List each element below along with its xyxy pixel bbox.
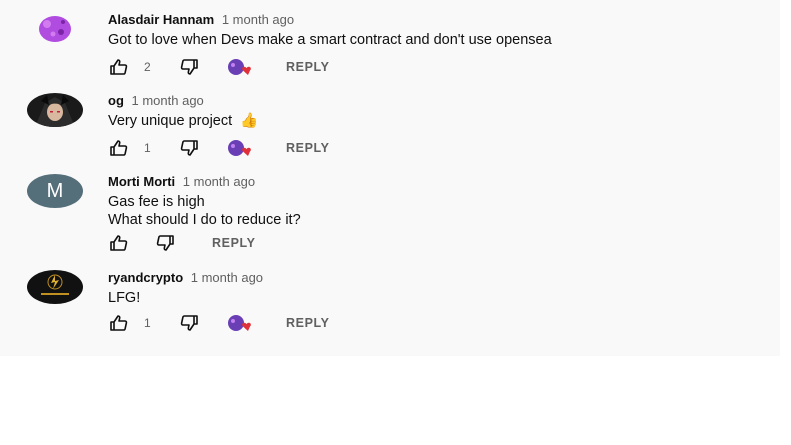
like-button[interactable] <box>108 234 130 252</box>
comment-text: Very unique project 👍 <box>108 112 258 130</box>
comments-section: Alasdair Hannam 1 month ago Got to love … <box>0 0 780 356</box>
comment-text: Gas fee is high What should I do to redu… <box>108 193 301 229</box>
comment-header: Alasdair Hannam 1 month ago <box>108 12 294 27</box>
thumbs-up-icon <box>110 59 128 75</box>
thumbs-up-icon <box>110 140 128 156</box>
comment-line: Very unique project <box>108 113 233 129</box>
comment-time[interactable]: 1 month ago <box>183 174 255 189</box>
dislike-button[interactable] <box>178 314 200 332</box>
avatar[interactable] <box>27 270 83 304</box>
thumbs-down-icon <box>180 315 198 331</box>
reply-button[interactable]: REPLY <box>286 141 330 155</box>
thumbs-down-icon <box>180 140 198 156</box>
creator-heart-icon <box>228 140 251 156</box>
comment-text: LFG! <box>108 289 140 307</box>
comment-text: Got to love when Devs make a smart contr… <box>108 31 552 49</box>
avatar-letter: M <box>46 180 64 202</box>
comment-header: ryandcrypto 1 month ago <box>108 270 263 285</box>
comment-line: Gas fee is high <box>108 194 205 210</box>
comment-actions: 1 REPLY <box>108 139 408 159</box>
like-count: 1 <box>144 141 151 155</box>
comment-item: og 1 month ago Very unique project 👍 1 R… <box>0 93 780 163</box>
comment-item: Alasdair Hannam 1 month ago Got to love … <box>0 12 780 82</box>
creator-heart-icon <box>228 315 251 331</box>
author-name[interactable]: ryandcrypto <box>108 270 183 285</box>
like-button[interactable] <box>108 58 130 76</box>
comment-line: Got to love when Devs make a smart contr… <box>108 32 552 48</box>
comment-item: ryandcrypto 1 month ago LFG! 1 REPLY <box>0 270 780 340</box>
avatar[interactable] <box>27 12 83 46</box>
like-count: 2 <box>144 60 151 74</box>
creator-heart-badge <box>226 314 256 334</box>
comment-time[interactable]: 1 month ago <box>222 12 294 27</box>
comment-line: LFG! <box>108 290 141 306</box>
comment-actions: 2 REPLY <box>108 58 408 78</box>
creator-heart-icon <box>228 59 251 75</box>
thumbs-up-icon <box>110 315 128 331</box>
creator-heart-badge <box>226 139 256 159</box>
comment-header: Morti Morti 1 month ago <box>108 174 255 189</box>
dislike-button[interactable] <box>178 139 200 157</box>
like-button[interactable] <box>108 314 130 332</box>
comment-header: og 1 month ago <box>108 93 204 108</box>
thumbs-down-icon <box>180 59 198 75</box>
thumbs-down-icon <box>156 235 174 251</box>
dislike-button[interactable] <box>178 58 200 76</box>
author-name[interactable]: Morti Morti <box>108 174 175 189</box>
avatar[interactable] <box>27 93 83 127</box>
reply-button[interactable]: REPLY <box>286 316 330 330</box>
like-count: 1 <box>144 316 151 330</box>
reply-button[interactable]: REPLY <box>212 236 256 250</box>
comment-time[interactable]: 1 month ago <box>132 93 204 108</box>
creator-heart-badge <box>226 58 256 78</box>
thumbs-up-icon <box>110 235 128 251</box>
author-name[interactable]: og <box>108 93 124 108</box>
like-button[interactable] <box>108 139 130 157</box>
comment-actions: 1 REPLY <box>108 314 408 334</box>
thumbs-up-emoji: 👍 <box>240 113 259 129</box>
comment-item: M Morti Morti 1 month ago Gas fee is hig… <box>0 174 780 260</box>
comment-actions: REPLY <box>108 234 408 254</box>
reply-button[interactable]: REPLY <box>286 60 330 74</box>
comment-line: What should I do to reduce it? <box>108 212 301 228</box>
comment-time[interactable]: 1 month ago <box>191 270 263 285</box>
author-name[interactable]: Alasdair Hannam <box>108 12 214 27</box>
avatar[interactable]: M <box>27 174 83 208</box>
dislike-button[interactable] <box>154 234 176 252</box>
